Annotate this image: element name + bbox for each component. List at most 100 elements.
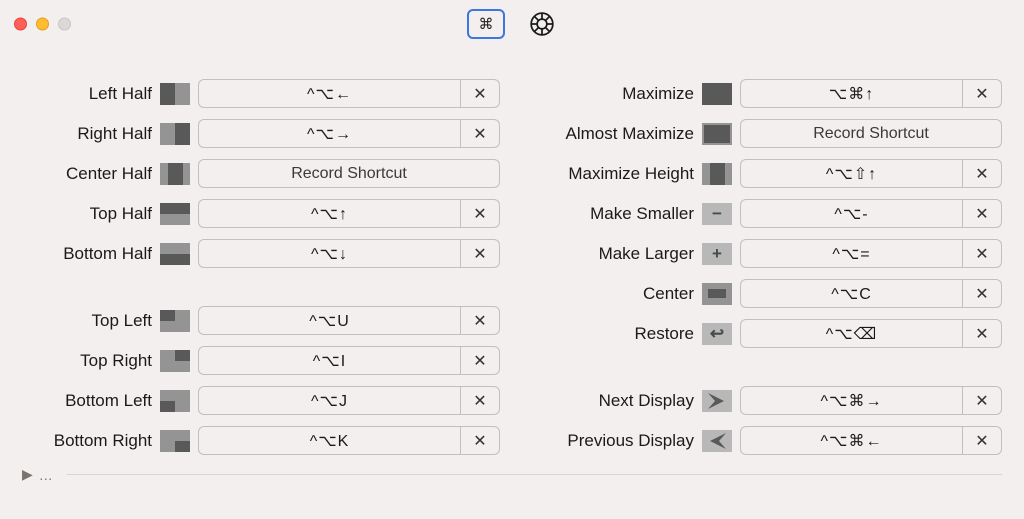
shortcut-field-bottom-half[interactable]: ^⌥↓ bbox=[198, 239, 460, 268]
label-previous-display: Previous Display bbox=[524, 431, 694, 451]
shortcut-field-next-display[interactable]: ^⌥⌘→ bbox=[740, 386, 962, 415]
label-top-half: Top Half bbox=[22, 204, 152, 224]
command-glyph: ⌘ bbox=[479, 15, 494, 33]
shortcut-control-top-right: ^⌥I✕ bbox=[198, 346, 500, 375]
shortcut-row-top-half: Top Half ^⌥↑✕ bbox=[22, 198, 500, 229]
shortcut-control-maximize: ⌥⌘↑✕ bbox=[740, 79, 1002, 108]
shortcut-field-bottom-right[interactable]: ^⌥K bbox=[198, 426, 460, 455]
shortcut-row-center-half: Center HalfRecord Shortcut bbox=[22, 158, 500, 189]
clear-shortcut-make-larger[interactable]: ✕ bbox=[962, 239, 1002, 268]
maximize-icon bbox=[702, 83, 732, 105]
shortcut-control-top-half: ^⌥↑✕ bbox=[198, 199, 500, 228]
clear-shortcut-maximize[interactable]: ✕ bbox=[962, 79, 1002, 108]
toolbar-tabs: ⌘ bbox=[467, 9, 557, 39]
shortcut-row-top-right: Top Right ^⌥I✕ bbox=[22, 345, 500, 376]
shortcut-row-restore: Restore↩^⌥⌫✕ bbox=[524, 318, 1002, 349]
almost-maximize-icon bbox=[702, 123, 732, 145]
clear-shortcut-bottom-half[interactable]: ✕ bbox=[460, 239, 500, 268]
left-half-icon bbox=[160, 83, 190, 105]
close-window-button[interactable] bbox=[14, 18, 27, 31]
clear-shortcut-top-right[interactable]: ✕ bbox=[460, 346, 500, 375]
clear-shortcut-previous-display[interactable]: ✕ bbox=[962, 426, 1002, 455]
label-top-right: Top Right bbox=[22, 351, 152, 371]
shortcut-row-maximize: Maximize ⌥⌘↑✕ bbox=[524, 78, 1002, 109]
shortcut-control-next-display: ^⌥⌘→✕ bbox=[740, 386, 1002, 415]
label-bottom-left: Bottom Left bbox=[22, 391, 152, 411]
shortcut-row-almost-maximize: Almost Maximize Record Shortcut bbox=[524, 118, 1002, 149]
minimize-window-button[interactable] bbox=[36, 18, 49, 31]
shortcut-control-make-larger: ^⌥=✕ bbox=[740, 239, 1002, 268]
clear-shortcut-top-left[interactable]: ✕ bbox=[460, 306, 500, 335]
shortcut-row-bottom-right: Bottom Right ^⌥K✕ bbox=[22, 425, 500, 456]
shortcut-field-maximize-height[interactable]: ^⌥⇧↑ bbox=[740, 159, 962, 188]
shortcut-field-make-smaller[interactable]: ^⌥- bbox=[740, 199, 962, 228]
shortcut-field-right-half[interactable]: ^⌥→ bbox=[198, 119, 460, 148]
shortcut-field-bottom-left[interactable]: ^⌥J bbox=[198, 386, 460, 415]
make-smaller-icon: − bbox=[702, 203, 732, 225]
shortcut-row-left-half: Left Half^⌥←✕ bbox=[22, 78, 500, 109]
clear-shortcut-make-smaller[interactable]: ✕ bbox=[962, 199, 1002, 228]
label-make-smaller: Make Smaller bbox=[524, 204, 694, 224]
shortcut-field-top-left[interactable]: ^⌥U bbox=[198, 306, 460, 335]
footer-bar: ▶ … bbox=[22, 466, 1002, 483]
shortcut-field-top-half[interactable]: ^⌥↑ bbox=[198, 199, 460, 228]
shortcut-row-make-larger: Make Larger+^⌥=✕ bbox=[524, 238, 1002, 269]
shortcut-control-bottom-left: ^⌥J✕ bbox=[198, 386, 500, 415]
shortcut-row-bottom-half: Bottom Half^⌥↓✕ bbox=[22, 238, 500, 269]
shortcut-field-left-half[interactable]: ^⌥← bbox=[198, 79, 460, 108]
clear-shortcut-bottom-right[interactable]: ✕ bbox=[460, 426, 500, 455]
next-display-icon bbox=[702, 390, 732, 412]
shortcut-control-maximize-height: ^⌥⇧↑✕ bbox=[740, 159, 1002, 188]
shortcut-control-top-left: ^⌥U✕ bbox=[198, 306, 500, 335]
shortcut-field-center-half[interactable]: Record Shortcut bbox=[198, 159, 500, 188]
chevron-left-icon bbox=[702, 430, 732, 452]
previous-display-icon bbox=[702, 430, 732, 452]
center-half-icon bbox=[160, 163, 190, 185]
shortcut-control-left-half: ^⌥←✕ bbox=[198, 79, 500, 108]
titlebar: ⌘ bbox=[0, 0, 1024, 48]
label-right-half: Right Half bbox=[22, 124, 152, 144]
clear-shortcut-bottom-left[interactable]: ✕ bbox=[460, 386, 500, 415]
label-restore: Restore bbox=[524, 324, 694, 344]
clear-shortcut-center[interactable]: ✕ bbox=[962, 279, 1002, 308]
group-gap bbox=[22, 278, 500, 296]
shortcut-row-center: Center^⌥C✕ bbox=[524, 278, 1002, 309]
clear-shortcut-right-half[interactable]: ✕ bbox=[460, 119, 500, 148]
clear-shortcut-left-half[interactable]: ✕ bbox=[460, 79, 500, 108]
shortcut-row-bottom-left: Bottom Left ^⌥J✕ bbox=[22, 385, 500, 416]
label-top-left: Top Left bbox=[22, 311, 152, 331]
shortcut-field-almost-maximize[interactable]: Record Shortcut bbox=[740, 119, 1002, 148]
bottom-right-icon bbox=[160, 430, 190, 452]
shortcut-field-maximize[interactable]: ⌥⌘↑ bbox=[740, 79, 962, 108]
make-larger-icon: + bbox=[702, 243, 732, 265]
label-almost-maximize: Almost Maximize bbox=[524, 124, 694, 144]
clear-shortcut-maximize-height[interactable]: ✕ bbox=[962, 159, 1002, 188]
top-left-icon bbox=[160, 310, 190, 332]
shortcut-field-previous-display[interactable]: ^⌥⌘← bbox=[740, 426, 962, 455]
ellipsis-icon[interactable]: … bbox=[39, 467, 53, 483]
shortcut-control-make-smaller: ^⌥-✕ bbox=[740, 199, 1002, 228]
shortcut-control-center-half: Record Shortcut bbox=[198, 159, 500, 188]
zoom-window-button[interactable] bbox=[58, 18, 71, 31]
group-gap bbox=[524, 358, 1002, 376]
bottom-left-icon bbox=[160, 390, 190, 412]
top-right-icon bbox=[160, 350, 190, 372]
disclosure-triangle-icon[interactable]: ▶ bbox=[22, 466, 33, 483]
shortcut-field-restore[interactable]: ^⌥⌫ bbox=[740, 319, 962, 348]
label-maximize: Maximize bbox=[524, 84, 694, 104]
shortcut-field-make-larger[interactable]: ^⌥= bbox=[740, 239, 962, 268]
tab-shortcuts[interactable]: ⌘ bbox=[467, 9, 505, 39]
shortcut-field-center[interactable]: ^⌥C bbox=[740, 279, 962, 308]
shortcut-control-bottom-right: ^⌥K✕ bbox=[198, 426, 500, 455]
shortcut-control-bottom-half: ^⌥↓✕ bbox=[198, 239, 500, 268]
clear-shortcut-next-display[interactable]: ✕ bbox=[962, 386, 1002, 415]
clear-shortcut-top-half[interactable]: ✕ bbox=[460, 199, 500, 228]
bottom-half-icon bbox=[160, 243, 190, 265]
shortcut-field-top-right[interactable]: ^⌥I bbox=[198, 346, 460, 375]
clear-shortcut-restore[interactable]: ✕ bbox=[962, 319, 1002, 348]
footer-divider bbox=[67, 474, 1002, 475]
tab-settings[interactable] bbox=[527, 9, 557, 39]
chevron-right-icon bbox=[702, 390, 732, 412]
shortcut-control-right-half: ^⌥→✕ bbox=[198, 119, 500, 148]
label-bottom-right: Bottom Right bbox=[22, 431, 152, 451]
